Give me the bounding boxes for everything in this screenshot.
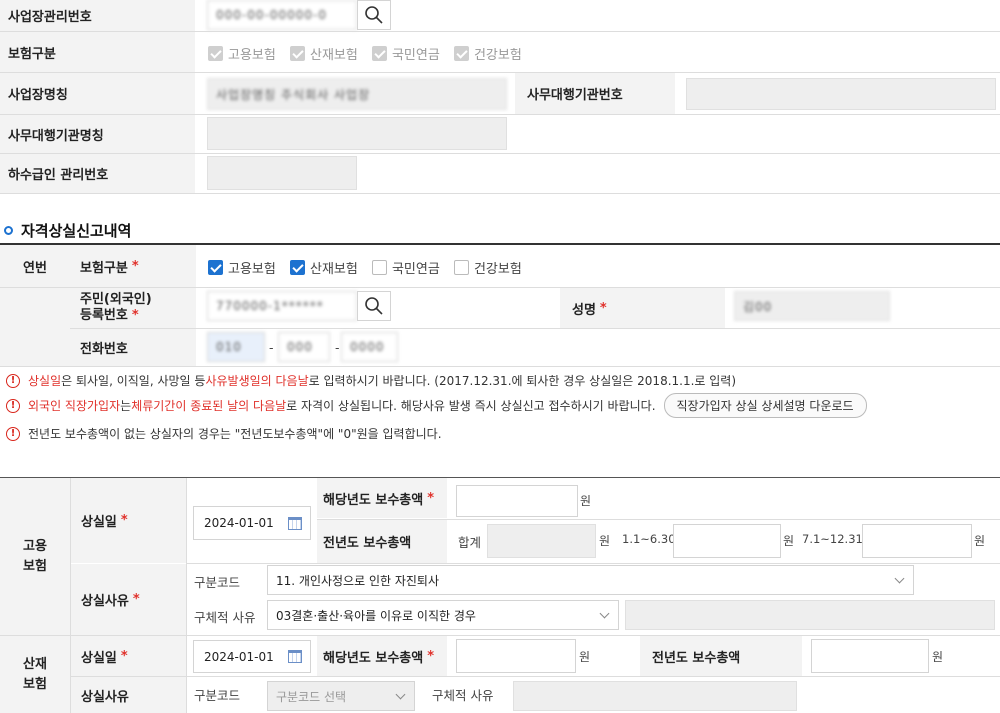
rrn-label: 주민(외국인) 등록번호 * [70,288,196,328]
phone-dash-2: - [335,340,340,355]
warning-icon: ! [6,373,20,388]
calendar-icon[interactable] [287,516,302,530]
won-unit: 원 [599,534,611,548]
checkbox-loss-industrial[interactable] [289,260,305,275]
warning-icon: ! [6,426,20,441]
rrn-search-button[interactable] [357,291,391,321]
rrn-input[interactable]: 770000-1****** [207,291,357,321]
ind-cur-total-label: 해당년도 보수총액 * [317,636,447,676]
search-icon [365,6,383,24]
name-field: 김00 [734,291,890,321]
sub-no-field [207,156,357,190]
industrial-group-label: 산재 보험 [0,636,70,713]
agency-name-label: 사무대행기관명칭 [0,115,195,153]
agency-name-field [207,117,507,150]
chevron-down-icon [894,573,905,584]
checkbox-loss-pension[interactable] [371,260,387,275]
emp-code-select[interactable]: 11. 개인사정으로 인한 자진퇴사 [267,565,914,595]
chevron-down-icon [395,689,406,700]
emp-detail-extra-field [625,600,995,630]
emp-h2-input[interactable] [862,524,972,558]
download-guide-button[interactable]: 직장가입자 상실 상세설명 다운로드 [663,393,867,418]
checkbox-loss-employment[interactable] [208,260,223,275]
ind-cur-total-input[interactable] [456,639,576,673]
search-icon [365,297,383,315]
ind-code-select[interactable]: 구분코드 선택 [267,681,415,711]
biz-name-field: 사업장명칭 주식회사 사업장 [207,78,507,110]
checkbox-employment[interactable] [208,46,223,61]
emp-loss-date-label: 상실일 * [71,478,186,563]
note-1: ! 상실일 은 퇴사일, 이직일, 사망일 등 사유발생일의 다음날 로 입력하시기… [6,372,736,389]
phone-input-2[interactable]: 000 [278,332,330,362]
emp-cur-total-label: 해당년도 보수총액 * [317,478,447,518]
phone-input-3[interactable]: 0000 [341,332,398,362]
sub-no-label: 하수급인 관리번호 [0,154,195,193]
emp-sum-field [487,524,596,558]
name-label: 성명 * [560,288,725,328]
won-unit: 원 [783,534,795,548]
emp-cur-total-input[interactable] [456,485,578,517]
row-no-cell [0,287,70,366]
phone-label: 전화번호 [70,329,196,366]
checkbox-pension[interactable] [371,46,387,61]
emp-detail-label: 구체적 사유 [194,610,256,625]
ind-prev-total-input[interactable] [811,639,929,673]
biz-no-input[interactable]: 000-00-00000-0 [207,0,357,30]
top-ins-type-checks: 고용보험 산재보험 국민연금 건강보험 [208,44,532,63]
won-unit: 원 [580,494,592,508]
bullet-icon [4,226,13,235]
employment-group-label: 고용 보험 [0,478,70,635]
loss-ins-type-checks: 고용보험 산재보험 국민연금 건강보험 [208,258,532,277]
ind-detail-field [513,681,797,711]
calendar-icon[interactable] [287,650,302,663]
biz-search-button[interactable] [357,0,391,30]
loss-ins-type-label: 보험구분 * [70,245,196,287]
agency-no-field [686,78,996,110]
ind-detail-label: 구체적 사유 [432,688,494,703]
emp-prev-total-label: 전년도 보수총액 [317,520,447,563]
ins-type-label: 보험구분 [0,32,195,72]
ind-loss-date-input[interactable]: 2024-01-01 [193,640,311,673]
h1-label: 1.1~6.30 [622,532,676,546]
checkbox-loss-health[interactable] [453,260,469,275]
phone-dash-1: - [269,340,274,355]
warning-icon: ! [6,398,20,413]
note-3: ! 전년도 보수총액이 없는 상실자의 경우는 "전년도보수총액"에 "0"원을… [6,425,442,442]
ind-loss-date-label: 상실일 * [71,636,186,676]
chevron-down-icon [599,608,610,619]
agency-no-label: 사무대행기관번호 [515,73,675,114]
emp-detail-select[interactable]: 03결혼·출산·육아를 이유로 이직한 경우 [267,600,619,630]
section-title: 자격상실신고내역 [4,220,131,241]
biz-name-label: 사업장명칭 [0,73,195,114]
emp-reason-label: 상실사유 * [71,564,186,635]
emp-loss-date-input[interactable]: 2024-01-01 [193,506,311,540]
won-unit: 원 [579,650,591,664]
h2-label: 7.1~12.31 [802,532,863,546]
ind-prev-total-label: 전년도 보수총액 [640,636,802,676]
sum-label: 합계 [458,535,482,550]
col-no-label: 연번 [0,245,70,287]
note-2: ! 외국인 직장가입자 는 체류기간이 종료된 날의 다음날 로 자격이 상실됩니다… [6,393,867,418]
emp-code-label: 구분코드 [194,575,241,590]
phone-input-1[interactable]: 010 [207,332,265,362]
ind-code-label: 구분코드 [194,688,241,703]
won-unit: 원 [974,534,986,548]
biz-no-label: 사업장관리번호 [0,0,195,31]
checkbox-industrial[interactable] [289,46,305,61]
emp-h1-input[interactable] [673,524,781,558]
ind-reason-label: 상실사유 [71,677,186,713]
won-unit: 원 [932,650,944,664]
checkbox-health[interactable] [453,46,469,61]
